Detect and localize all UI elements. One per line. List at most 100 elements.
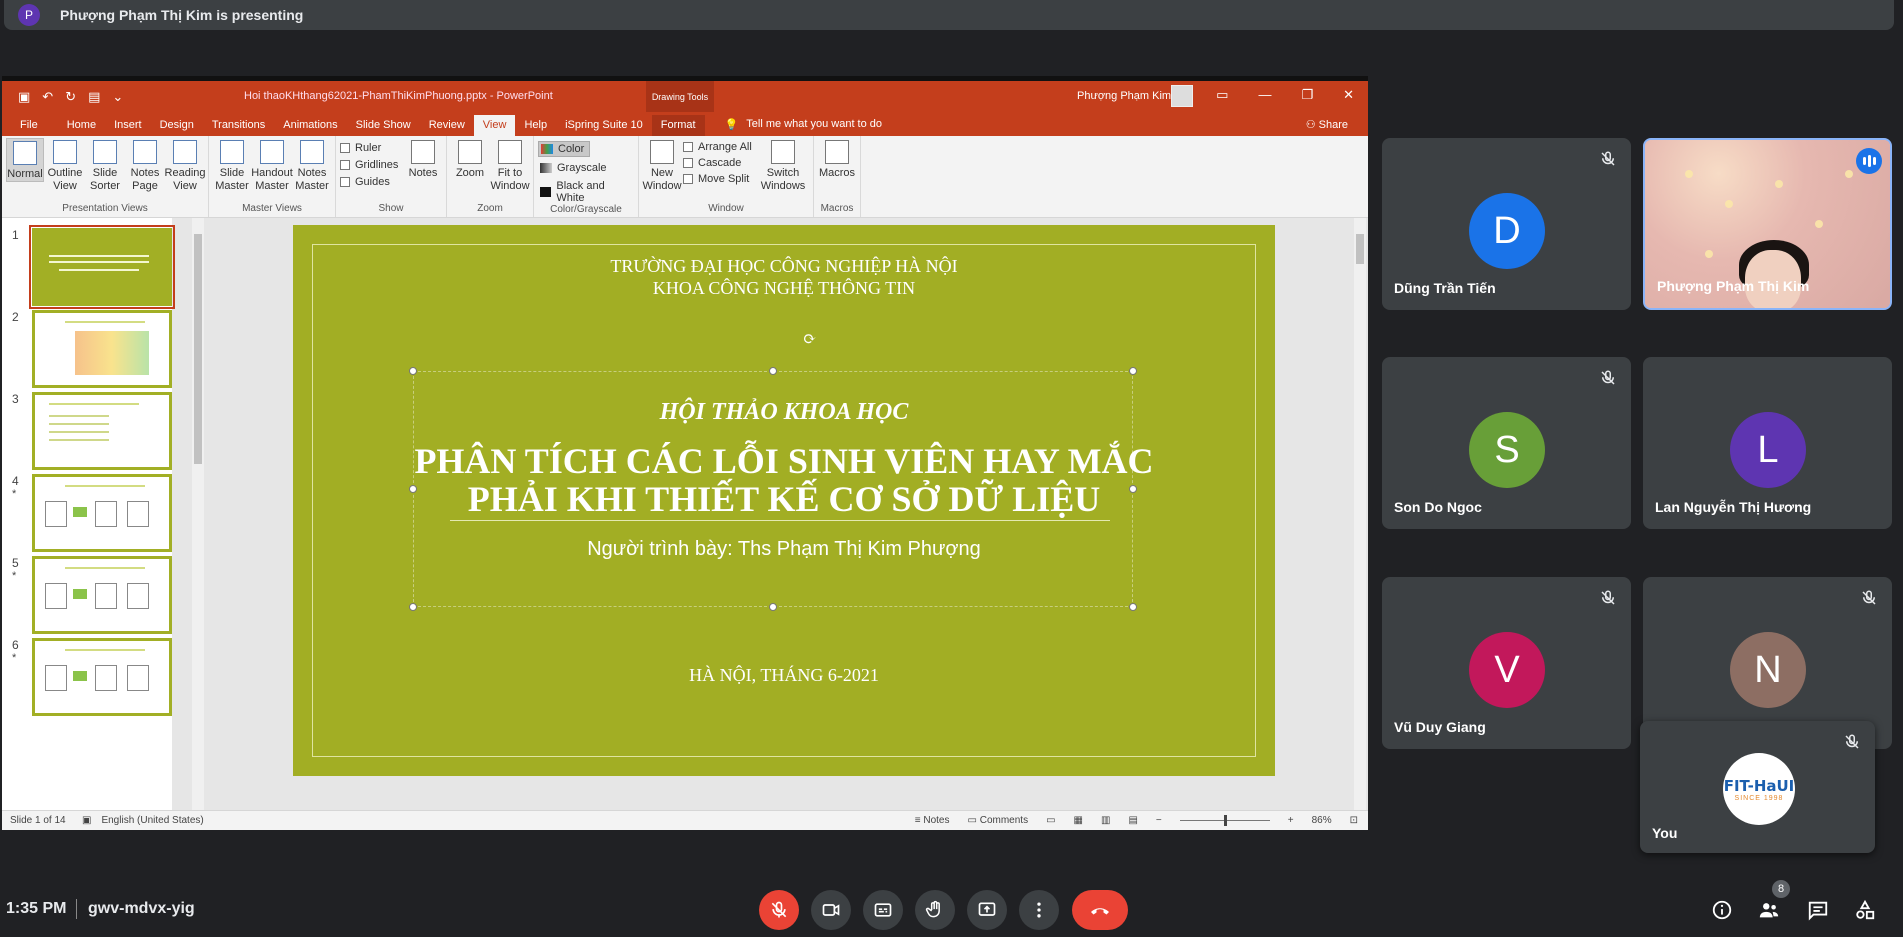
normal-view-icon[interactable]: ▭	[1046, 815, 1055, 826]
guides-checkbox[interactable]: Guides	[340, 176, 402, 188]
participant-tile[interactable]: D Dũng Trần Tiến	[1382, 138, 1631, 310]
fit-slide-icon[interactable]: ⊡	[1350, 815, 1358, 826]
close-icon[interactable]: ✕	[1343, 87, 1354, 103]
rotate-handle-icon[interactable]: ⟳	[803, 329, 816, 349]
slideshow-icon[interactable]: ▤	[1128, 815, 1137, 826]
slide-thumbnail[interactable]: 5 *	[2, 556, 172, 636]
scrollbar-thumb[interactable]	[1356, 234, 1364, 264]
notes-toggle[interactable]: ≡ Notes	[915, 815, 950, 826]
normal-view-button[interactable]: Normal	[6, 138, 44, 182]
gridlines-checkbox[interactable]: Gridlines	[340, 159, 402, 171]
handout-master-button[interactable]: Handout Master	[251, 138, 293, 193]
zoom-out-icon[interactable]: −	[1156, 815, 1162, 826]
activities-button[interactable]	[1852, 897, 1878, 923]
grayscale-swatch-icon	[540, 163, 552, 173]
zoom-slider[interactable]	[1179, 815, 1270, 826]
slide-sorter-icon[interactable]: ▦	[1074, 815, 1083, 826]
tab-format[interactable]: Format	[651, 115, 705, 136]
tell-me-box[interactable]: 💡 Tell me what you want to do	[705, 118, 882, 136]
more-options-button[interactable]	[1019, 890, 1059, 930]
new-window-button[interactable]: New Window	[642, 138, 682, 193]
tab-help[interactable]: Help	[515, 119, 556, 136]
cascade-button[interactable]: Cascade	[683, 157, 755, 169]
resize-handle[interactable]	[1129, 367, 1137, 375]
mic-toggle-button[interactable]	[759, 890, 799, 930]
tab-animations[interactable]: Animations	[274, 119, 346, 136]
present-icon[interactable]: ▤	[88, 89, 100, 105]
captions-button[interactable]	[863, 890, 903, 930]
arrange-all-button[interactable]: Arrange All	[683, 141, 755, 153]
reading-view-icon[interactable]: ▥	[1101, 815, 1110, 826]
restore-icon[interactable]: ❐	[1301, 87, 1313, 103]
resize-handle[interactable]	[1129, 603, 1137, 611]
leave-call-button[interactable]	[1072, 890, 1128, 930]
language-indicator[interactable]: English (United States)	[91, 815, 203, 826]
comments-toggle[interactable]: ▭ Comments	[968, 815, 1029, 826]
zoom-in-icon[interactable]: +	[1288, 815, 1294, 826]
thumbnail-scrollbar[interactable]	[192, 218, 204, 815]
chat-button[interactable]	[1805, 897, 1831, 923]
spellcheck-icon[interactable]: ▣	[82, 815, 91, 826]
tab-review[interactable]: Review	[420, 119, 474, 136]
resize-handle[interactable]	[769, 367, 777, 375]
tab-ispring[interactable]: iSpring Suite 10	[556, 119, 652, 136]
share-button[interactable]: ⚇ Share	[1306, 118, 1348, 131]
slide-thumbnail[interactable]: 1	[2, 225, 175, 309]
scrollbar-thumb[interactable]	[194, 234, 202, 464]
tab-insert[interactable]: Insert	[105, 119, 151, 136]
save-icon[interactable]: ▣	[18, 89, 30, 105]
slide-thumbnail[interactable]: 2	[2, 310, 172, 390]
tab-slide-show[interactable]: Slide Show	[347, 119, 420, 136]
participant-tile[interactable]: S Son Do Ngoc	[1382, 357, 1631, 529]
undo-icon[interactable]: ↶	[42, 89, 53, 105]
slide-thumbnails-pane: 1 2 3 4 * 5 * 6 *	[2, 218, 175, 815]
zoom-level[interactable]: 86%	[1312, 815, 1332, 826]
current-slide[interactable]: TRƯỜNG ĐẠI HỌC CÔNG NGHIỆP HÀ NỘI KHOA C…	[293, 225, 1275, 776]
tab-home[interactable]: Home	[58, 119, 105, 136]
ruler-checkbox[interactable]: Ruler	[340, 142, 402, 154]
ribbon-display-icon[interactable]: ▭	[1216, 87, 1228, 103]
resize-handle[interactable]	[769, 603, 777, 611]
meeting-details-button[interactable]	[1709, 897, 1735, 923]
notes-page-button[interactable]: Notes Page	[126, 138, 164, 193]
zoom-slider-knob[interactable]	[1223, 815, 1227, 826]
present-now-button[interactable]	[967, 890, 1007, 930]
participants-button[interactable]	[1756, 897, 1782, 923]
tab-view[interactable]: View	[473, 115, 516, 136]
reading-view-button[interactable]: Reading View	[165, 138, 206, 193]
participant-tile-video[interactable]: Phượng Phạm Thị Kim	[1643, 138, 1892, 310]
switch-windows-button[interactable]: Switch Windows	[757, 138, 809, 193]
tab-file[interactable]: File	[2, 119, 58, 136]
grayscale-option[interactable]: Grayscale	[538, 161, 634, 175]
slide-thumbnail[interactable]: 6 *	[2, 638, 172, 718]
slide-scrollbar[interactable]	[1354, 218, 1366, 815]
macros-button[interactable]: Macros	[818, 138, 856, 180]
tab-transitions[interactable]: Transitions	[203, 119, 274, 136]
notes-master-button[interactable]: Notes Master	[293, 138, 331, 193]
ppt-user-avatar[interactable]	[1171, 85, 1193, 107]
slide-master-button[interactable]: Slide Master	[213, 138, 251, 193]
self-view-tile[interactable]: FIT-HaUI SINCE 1998 You	[1640, 721, 1875, 853]
slide-sorter-button[interactable]: Slide Sorter	[86, 138, 124, 193]
fit-to-window-button[interactable]: Fit to Window	[490, 138, 530, 193]
zoom-button[interactable]: Zoom	[451, 138, 489, 180]
camera-toggle-button[interactable]	[811, 890, 851, 930]
participant-tile[interactable]: L Lan Nguyễn Thị Hương	[1643, 357, 1892, 529]
thumbnail-box	[95, 501, 117, 527]
slide-thumbnail[interactable]: 3	[2, 392, 172, 472]
customize-icon[interactable]: ⌄	[112, 89, 123, 105]
move-split-button[interactable]: Move Split	[683, 173, 755, 185]
minimize-icon[interactable]: —	[1258, 87, 1271, 103]
raise-hand-button[interactable]	[915, 890, 955, 930]
resize-handle[interactable]	[409, 367, 417, 375]
redo-icon[interactable]: ↻	[65, 89, 76, 105]
checkbox-icon	[340, 160, 350, 170]
slide-thumbnail[interactable]: 4 *	[2, 474, 172, 554]
participant-tile[interactable]: V Vũ Duy Giang	[1382, 577, 1631, 749]
notes-button[interactable]: Notes	[404, 138, 442, 180]
color-option[interactable]: Color	[538, 141, 590, 157]
resize-handle[interactable]	[409, 603, 417, 611]
outline-view-button[interactable]: Outline View	[46, 138, 84, 193]
black-white-option[interactable]: Black and White	[538, 179, 634, 205]
tab-design[interactable]: Design	[151, 119, 203, 136]
